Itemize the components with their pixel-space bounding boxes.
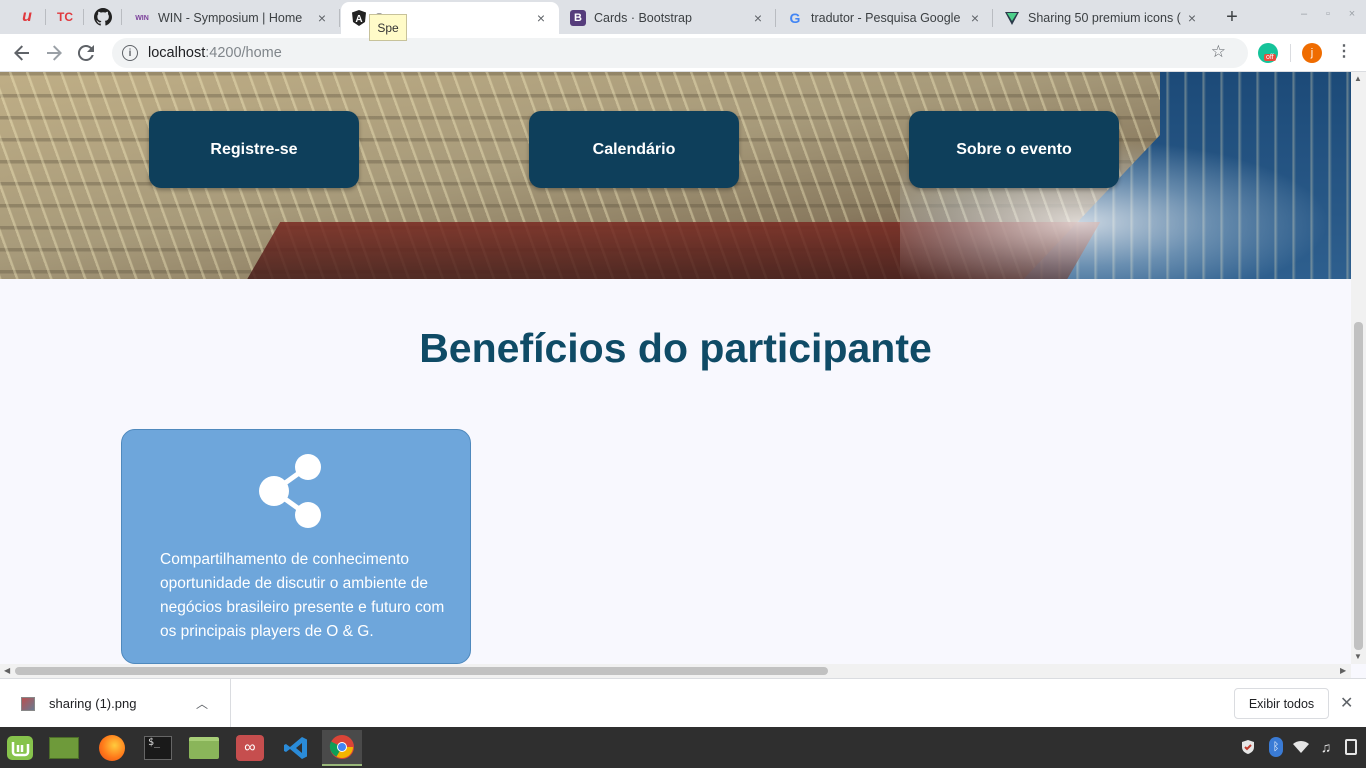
vertical-scrollbar[interactable]: ▲ ▼ bbox=[1351, 72, 1366, 664]
site-info-icon[interactable]: i bbox=[122, 45, 138, 61]
page-viewport: Registre-se Calendário Sobre o evento Be… bbox=[0, 72, 1366, 678]
udemy-icon: u bbox=[22, 8, 32, 25]
share-icon bbox=[259, 454, 321, 528]
vertical-scrollbar-thumb[interactable] bbox=[1354, 322, 1363, 650]
clipboard-icon[interactable] bbox=[1341, 737, 1361, 757]
forward-button[interactable] bbox=[42, 41, 66, 65]
show-all-downloads-button[interactable]: Exibir todos bbox=[1234, 688, 1329, 719]
close-tab-icon[interactable]: × bbox=[314, 10, 330, 26]
new-tab-button[interactable]: + bbox=[1220, 6, 1244, 28]
about-event-button[interactable]: Sobre o evento bbox=[909, 111, 1119, 188]
grammarly-off-badge: off bbox=[1264, 54, 1276, 61]
pinned-tab-github[interactable] bbox=[84, 0, 122, 34]
scroll-up-icon[interactable]: ▲ bbox=[1354, 74, 1362, 83]
menu-kebab-icon[interactable]: ⋮ bbox=[1336, 42, 1352, 64]
show-desktop-icon[interactable] bbox=[44, 730, 84, 766]
image-file-icon bbox=[21, 696, 35, 711]
arrow-left-icon bbox=[14, 45, 29, 61]
firefox-icon[interactable] bbox=[92, 730, 132, 766]
url-path: :4200/home bbox=[205, 45, 282, 61]
grammarly-extension-icon[interactable]: off bbox=[1258, 43, 1278, 63]
reader-glasses-icon[interactable]: ∞ bbox=[230, 730, 270, 766]
back-button[interactable] bbox=[10, 41, 34, 65]
minimize-window-icon[interactable]: – bbox=[1296, 8, 1312, 20]
tc-icon: TC bbox=[57, 10, 73, 24]
tab-symposium[interactable]: WIN WIN - Symposium | Home × bbox=[124, 2, 340, 34]
github-icon bbox=[94, 8, 112, 26]
benefit-card: Compartilhamento de conhecimento oportun… bbox=[121, 429, 471, 664]
horizontal-scrollbar-thumb[interactable] bbox=[15, 667, 828, 675]
close-tab-icon[interactable]: × bbox=[967, 10, 983, 26]
scroll-right-icon[interactable]: ▶ bbox=[1340, 666, 1346, 675]
download-bar: sharing (1).png ︿ Exibir todos ✕ bbox=[0, 678, 1366, 728]
shield-icon[interactable] bbox=[1238, 737, 1258, 757]
tab-tooltip: Spe bbox=[369, 14, 407, 41]
horizontal-scrollbar[interactable]: ◀ ▶ bbox=[0, 664, 1351, 678]
flaticon-icon bbox=[1004, 10, 1020, 26]
browser-toolbar: i localhost:4200/home ☆ off j ⋮ bbox=[0, 34, 1366, 72]
mint-menu-icon[interactable] bbox=[0, 730, 40, 766]
profile-avatar[interactable]: j bbox=[1302, 43, 1322, 63]
pinned-tab-udemy[interactable]: u bbox=[8, 0, 46, 34]
benefit-card-text: Compartilhamento de conhecimento oportun… bbox=[160, 551, 445, 640]
reload-button[interactable] bbox=[74, 41, 98, 65]
bookmark-star-icon[interactable]: ☆ bbox=[1211, 42, 1226, 62]
tab-sharing-icons[interactable]: Sharing 50 premium icons ( × bbox=[994, 2, 1210, 34]
chevron-up-icon[interactable]: ︿ bbox=[196, 695, 212, 712]
download-item[interactable]: sharing (1).png ︿ bbox=[0, 679, 231, 728]
arrow-right-icon bbox=[47, 45, 62, 61]
scroll-down-icon[interactable]: ▼ bbox=[1354, 652, 1362, 661]
hero-banner: Registre-se Calendário Sobre o evento bbox=[0, 72, 1351, 279]
wifi-icon[interactable] bbox=[1291, 737, 1311, 757]
register-button[interactable]: Registre-se bbox=[149, 111, 359, 188]
scroll-left-icon[interactable]: ◀ bbox=[4, 666, 10, 675]
angular-icon: A bbox=[351, 10, 367, 26]
tab-bootstrap-cards[interactable]: B Cards · Bootstrap × bbox=[560, 2, 776, 34]
bootstrap-icon: B bbox=[570, 10, 586, 26]
file-manager-icon[interactable] bbox=[184, 730, 224, 766]
close-tab-icon[interactable]: × bbox=[533, 10, 549, 26]
google-icon: G bbox=[789, 10, 801, 26]
terminal-icon[interactable]: $_ bbox=[138, 730, 178, 766]
download-file-name: sharing (1).png bbox=[49, 696, 137, 711]
address-bar[interactable]: i localhost:4200/home ☆ bbox=[112, 38, 1248, 68]
calendar-button[interactable]: Calendário bbox=[529, 111, 739, 188]
url-host: localhost bbox=[148, 45, 206, 61]
pinned-tab-tc[interactable]: TC bbox=[46, 0, 84, 34]
sound-icon[interactable]: ♫ bbox=[1316, 737, 1336, 757]
tab-google-tradutor[interactable]: G tradutor - Pesquisa Google × bbox=[777, 2, 993, 34]
toolbar-separator bbox=[1290, 44, 1291, 62]
maximize-window-icon[interactable]: ▫ bbox=[1320, 8, 1336, 20]
vscode-icon[interactable] bbox=[276, 730, 316, 766]
reload-icon bbox=[78, 45, 94, 61]
close-tab-icon[interactable]: × bbox=[750, 10, 766, 26]
svg-text:A: A bbox=[355, 14, 362, 25]
bluetooth-icon[interactable]: ᛒ bbox=[1266, 737, 1286, 757]
close-window-icon[interactable]: × bbox=[1344, 8, 1360, 20]
close-download-bar-icon[interactable]: ✕ bbox=[1340, 693, 1353, 713]
close-tab-icon[interactable]: × bbox=[1184, 10, 1200, 26]
benefits-title: Benefícios do participante bbox=[419, 325, 932, 371]
os-taskbar: $_ ∞ ᛒ ♫ bbox=[0, 727, 1366, 768]
win-logo-icon: WIN bbox=[135, 14, 149, 22]
tab-strip: u TC WIN WIN - Symposium | Home × A Spe … bbox=[0, 0, 1366, 34]
chrome-taskbar-icon[interactable] bbox=[322, 730, 362, 766]
